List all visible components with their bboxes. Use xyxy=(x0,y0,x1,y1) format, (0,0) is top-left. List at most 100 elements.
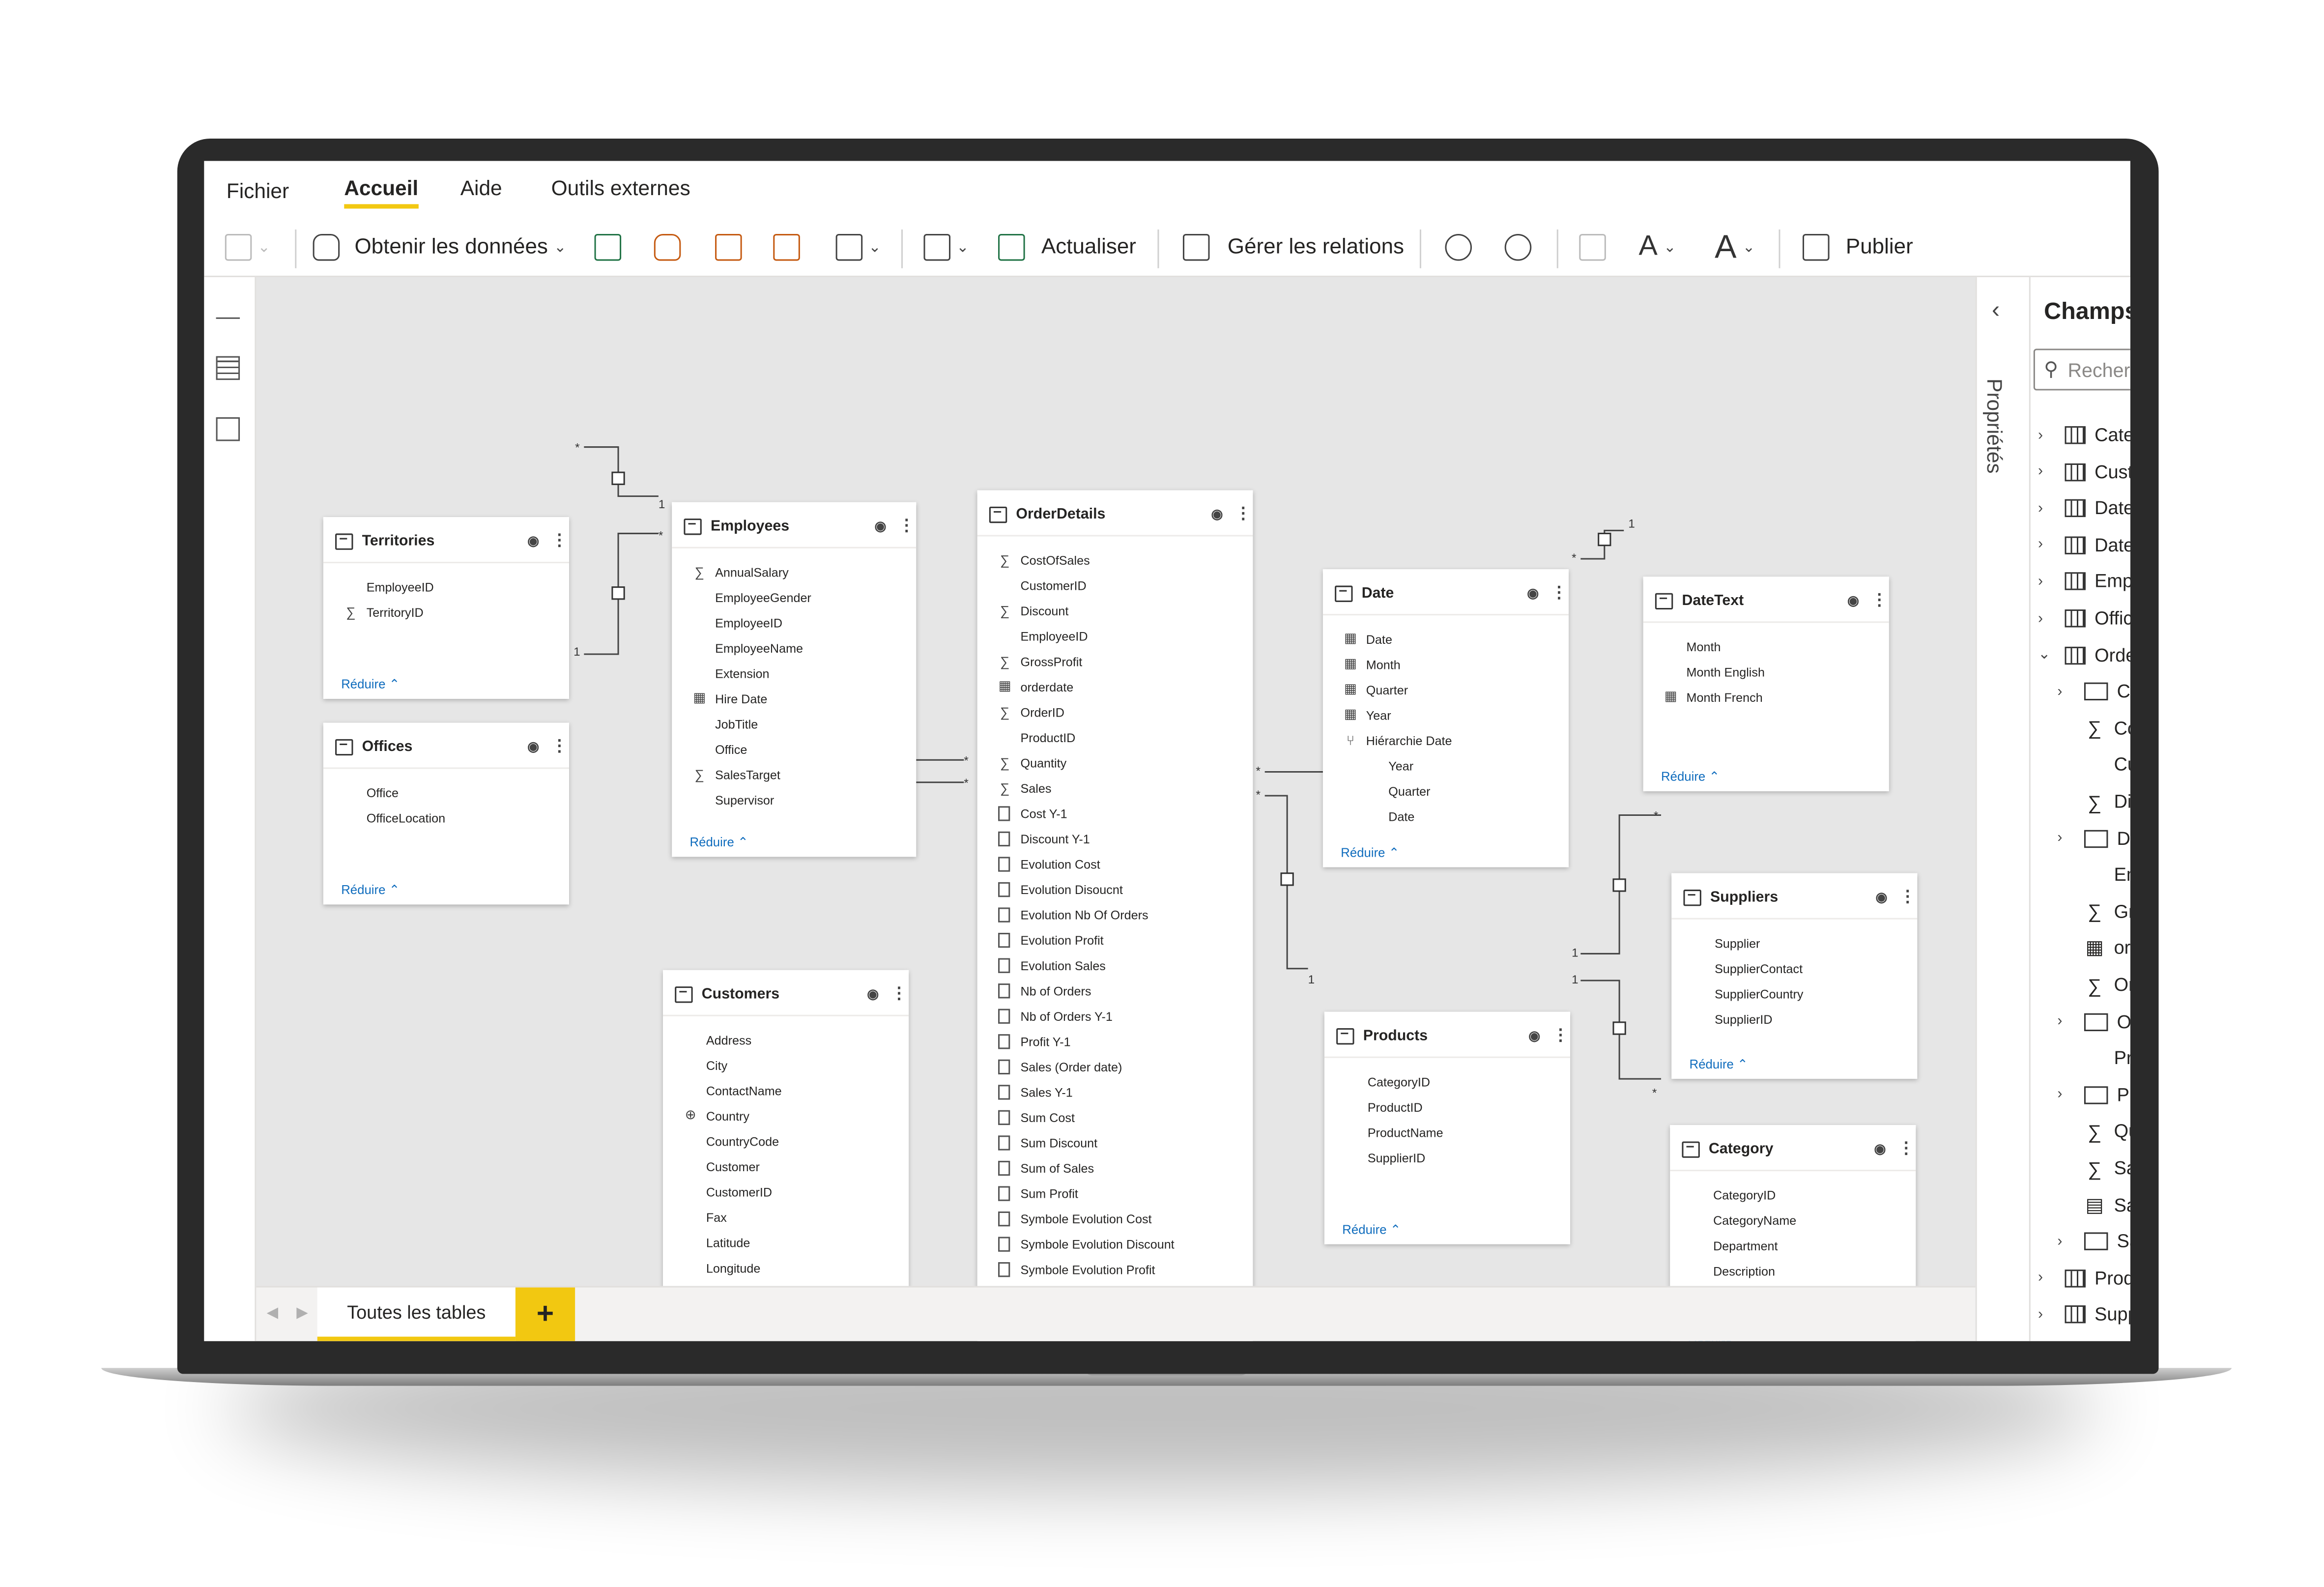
table-header[interactable]: Customers ◉ ⋮ xyxy=(662,973,909,1016)
field-item[interactable]: SupplierCountry xyxy=(1671,981,1917,1006)
field-item[interactable]: JobTitle xyxy=(672,711,916,736)
field-item[interactable]: Longitude xyxy=(663,1255,909,1280)
field-item[interactable]: ∑ Discount xyxy=(977,598,1253,623)
field-item[interactable]: CountryCode xyxy=(663,1128,909,1154)
more-options-icon[interactable]: ⋮ xyxy=(551,736,568,755)
field-item[interactable]: ∑ TerritoryID xyxy=(323,599,569,625)
more-options-icon[interactable]: ⋮ xyxy=(1235,504,1251,523)
more-options-icon[interactable]: ⋮ xyxy=(1899,887,1916,906)
field-item[interactable]: OfficeLocation xyxy=(323,805,569,830)
collapse-link[interactable]: Réduire ⌃ xyxy=(690,835,748,851)
fields-pane-item[interactable]: ∑ Quantity xyxy=(2057,1115,2130,1148)
fields-pane-item[interactable]: › Customers xyxy=(2038,456,2130,489)
chevron-right-icon[interactable]: › xyxy=(2057,830,2075,846)
fields-pane-item[interactable]: EmployeeID xyxy=(2057,859,2130,892)
collapse-link[interactable]: Réduire ⌃ xyxy=(341,882,400,898)
field-item[interactable]: Supplier xyxy=(1671,930,1917,955)
field-item[interactable]: Cost Y-1 xyxy=(977,800,1253,826)
more-options-icon[interactable]: ⋮ xyxy=(1871,590,1887,609)
table-card-customers[interactable]: Customers ◉ ⋮ Address City ContactName ⊕ Countr… xyxy=(662,970,909,1338)
field-item[interactable]: Month xyxy=(1643,634,1889,659)
chevron-right-icon[interactable]: › xyxy=(2038,574,2056,590)
fields-pane-item[interactable]: ∑ Discount xyxy=(2057,785,2130,818)
manage-relations-button[interactable]: Gérer les relations xyxy=(1182,230,1404,265)
fields-pane-item[interactable]: ∑ CostOfSales xyxy=(2057,712,2130,745)
chevron-right-icon[interactable]: › xyxy=(2057,1087,2075,1103)
table-header[interactable]: Date ◉ ⋮ xyxy=(1322,572,1569,616)
fields-pane-item[interactable]: › Discount xyxy=(2057,822,2130,855)
sql-server-button[interactable] xyxy=(715,230,742,265)
fields-pane-item[interactable]: ▦ orderdate xyxy=(2057,932,2130,965)
font-button[interactable]: A ⌄ xyxy=(1715,228,1755,265)
field-item[interactable]: ▦ Year xyxy=(1323,702,1569,727)
field-item[interactable]: ⊕ Country xyxy=(663,1103,909,1128)
table-header[interactable]: DateText ◉ ⋮ xyxy=(1643,579,1889,623)
field-item[interactable]: ∑ GrossProfit xyxy=(977,648,1253,674)
field-item[interactable]: CategoryName xyxy=(1670,1207,1916,1233)
field-item[interactable]: ∑ CostOfSales xyxy=(977,547,1253,573)
chevron-down-icon[interactable]: ⌄ xyxy=(2038,647,2056,663)
field-item[interactable]: ProductName xyxy=(1324,1119,1570,1145)
field-item[interactable]: EmployeeGender xyxy=(672,584,916,610)
field-item[interactable]: Evolution Disoucnt xyxy=(977,876,1253,902)
field-item[interactable]: Customer xyxy=(663,1154,909,1179)
fields-pane-item[interactable]: › Sales xyxy=(2057,1225,2130,1258)
collapse-link[interactable]: Réduire ⌃ xyxy=(1690,1057,1748,1073)
field-item[interactable]: Symbole Evolution Discount xyxy=(977,1231,1253,1256)
chevron-right-icon[interactable]: › xyxy=(2057,1233,2075,1249)
field-item[interactable]: Latitude xyxy=(663,1229,909,1255)
field-item[interactable]: Nb of Orders Y-1 xyxy=(977,1003,1253,1028)
field-item[interactable]: EmployeeName xyxy=(672,635,916,661)
field-item[interactable]: ∑ SalesTarget xyxy=(672,761,916,787)
fields-pane-item[interactable]: CustomerID xyxy=(2057,749,2130,781)
more-options-icon[interactable]: ⋮ xyxy=(1552,1025,1569,1044)
field-item[interactable]: CategoryID xyxy=(1670,1182,1916,1207)
field-item[interactable]: SupplierContact xyxy=(1671,955,1917,981)
table-header[interactable]: Suppliers ◉ ⋮ xyxy=(1671,876,1918,920)
field-item[interactable]: ∑ OrderID xyxy=(977,699,1253,724)
collapse-link[interactable]: Réduire ⌃ xyxy=(1341,845,1399,861)
field-item[interactable]: Office xyxy=(323,779,569,805)
field-item[interactable]: Sum Profit xyxy=(977,1180,1253,1206)
fields-pane-item[interactable]: › Date xyxy=(2038,492,2130,525)
field-item[interactable]: Evolution Nb Of Orders xyxy=(977,901,1253,927)
fields-pane-item[interactable]: ▤ Sales (Order date) xyxy=(2057,1188,2130,1221)
fields-pane-item[interactable]: ProductID xyxy=(2057,1042,2130,1075)
fields-search-input[interactable]: ⚲ Rechercher xyxy=(2033,348,2130,391)
transform-data-button[interactable]: ⌄ xyxy=(923,230,969,265)
field-item[interactable]: ▦ Month French xyxy=(1643,684,1889,710)
collapse-arrow-icon[interactable]: ‹ xyxy=(1992,298,2000,325)
field-item[interactable]: ▦ Month xyxy=(1323,651,1569,677)
field-item[interactable]: CustomerID xyxy=(977,572,1253,598)
field-item[interactable]: ∑ Sales xyxy=(977,775,1253,801)
enter-data-button[interactable] xyxy=(773,230,800,265)
more-options-icon[interactable]: ⋮ xyxy=(551,530,568,549)
table-card-date[interactable]: Date ◉ ⋮ ▦ Date ▦ Month ▦ Quarter ▦ Year ⑂ Hiérarchi… xyxy=(1322,569,1569,867)
field-item[interactable]: Fax xyxy=(663,1204,909,1230)
field-item[interactable]: Profit Y-1 xyxy=(977,1028,1253,1054)
visibility-icon[interactable]: ◉ xyxy=(1847,593,1859,609)
visibility-icon[interactable]: ◉ xyxy=(1874,1141,1886,1157)
field-item[interactable]: Evolution Profit xyxy=(977,927,1253,952)
field-item[interactable]: Date xyxy=(1323,803,1569,829)
field-item[interactable]: ProductID xyxy=(977,724,1253,750)
table-card-datetext[interactable]: DateText ◉ ⋮ Month Month English ▦ Month Frenc… xyxy=(1643,577,1889,791)
fields-pane-item[interactable]: ∑ OrderID xyxy=(2057,969,2130,1002)
report-view-icon[interactable] xyxy=(216,295,240,319)
field-item[interactable]: Evolution Sales xyxy=(977,952,1253,978)
menu-outils-externes[interactable]: Outils externes xyxy=(551,176,690,200)
more-options-icon[interactable]: ⋮ xyxy=(891,983,907,1003)
field-item[interactable]: EmployeeID xyxy=(977,623,1253,648)
visibility-icon[interactable]: ◉ xyxy=(1876,890,1888,906)
field-item[interactable]: Description xyxy=(1670,1258,1916,1283)
more-options-icon[interactable]: ⋮ xyxy=(898,516,915,535)
visibility-icon[interactable]: ◉ xyxy=(527,533,539,549)
fields-pane-item[interactable]: › Category xyxy=(2038,419,2130,452)
visibility-icon[interactable]: ◉ xyxy=(1528,1028,1540,1044)
table-header[interactable]: Territories ◉ ⋮ xyxy=(323,520,569,564)
chevron-right-icon[interactable]: › xyxy=(2038,500,2056,517)
chevron-right-icon[interactable]: › xyxy=(2057,1013,2075,1030)
field-item[interactable]: CategoryID xyxy=(1324,1068,1570,1094)
field-item[interactable]: Symbole Evolution Cost xyxy=(977,1206,1253,1231)
table-header[interactable]: Employees ◉ ⋮ xyxy=(672,505,917,548)
